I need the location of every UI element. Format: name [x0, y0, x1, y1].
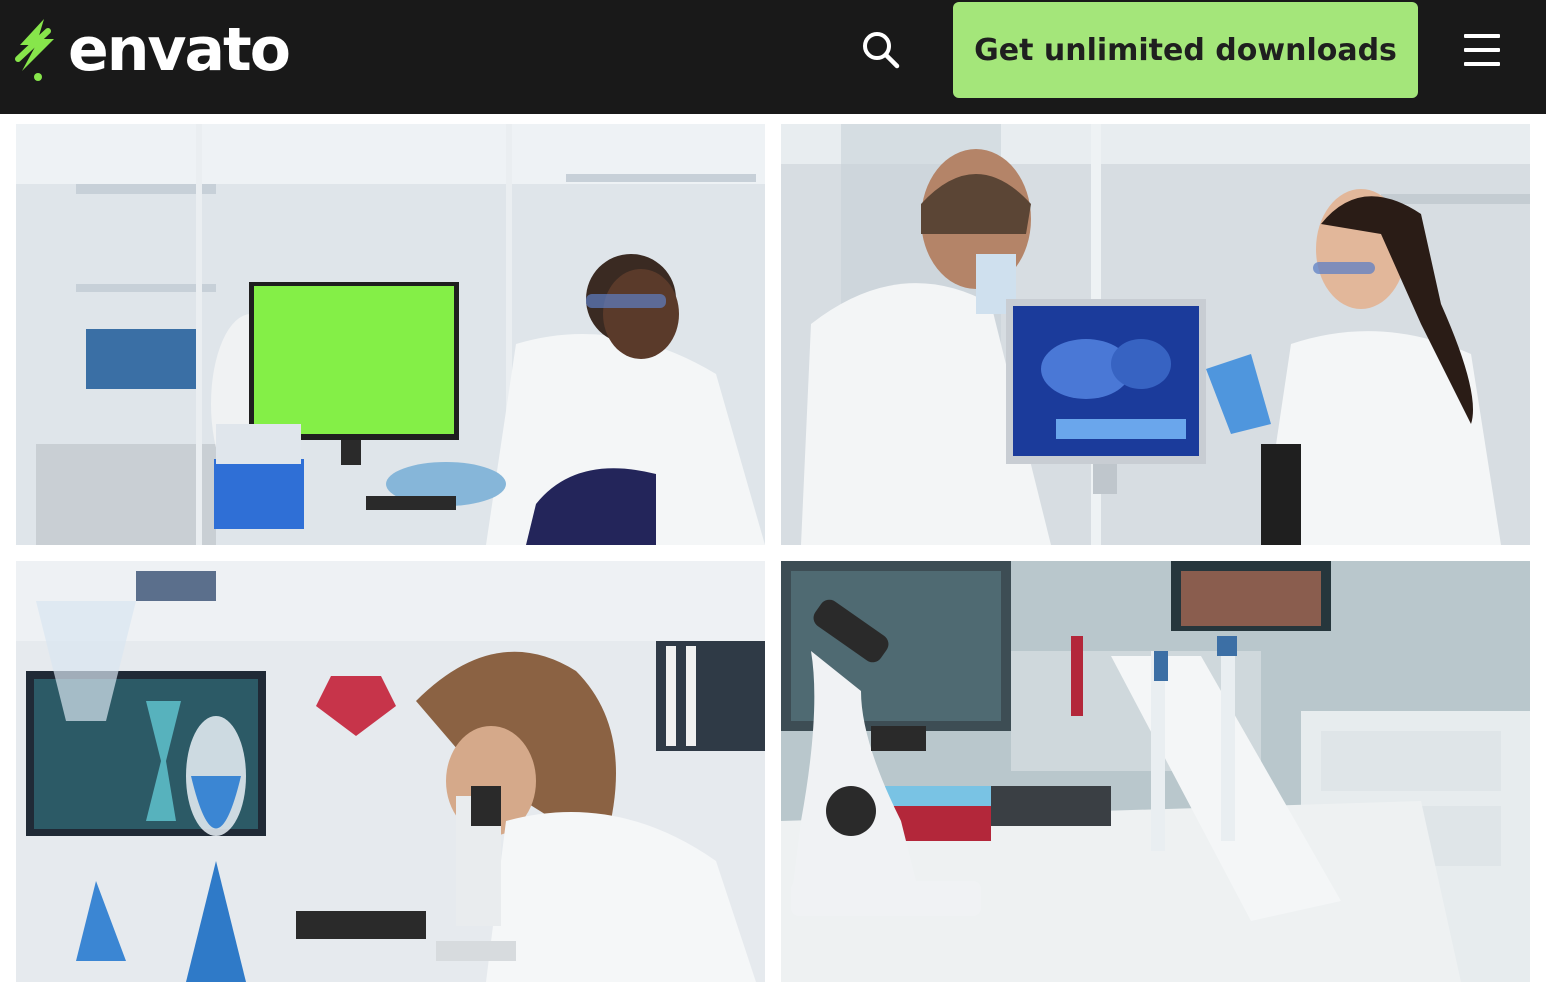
get-unlimited-downloads-button[interactable]: Get unlimited downloads	[953, 2, 1418, 98]
gallery-thumbnail-1[interactable]	[16, 124, 765, 545]
gallery-thumbnail-2[interactable]	[781, 124, 1530, 545]
envato-logo[interactable]: envato	[14, 14, 291, 86]
gallery-thumbnail-4[interactable]	[781, 561, 1530, 982]
two-scientists-analyzing-screen-image	[781, 124, 1530, 545]
scientist-using-microscope-image	[16, 561, 765, 982]
menu-button[interactable]	[1460, 32, 1504, 68]
scientist-with-green-screen-monitor-image	[16, 124, 765, 545]
microscope-and-pipettes-on-desk-image	[781, 561, 1530, 982]
top-nav-bar: envato Get unlimited downloads	[0, 0, 1546, 114]
search-button[interactable]	[856, 28, 906, 72]
logo-wordmark: envato	[68, 15, 291, 85]
envato-leaf-icon	[15, 19, 54, 81]
search-icon	[863, 32, 900, 69]
gallery-thumbnail-3[interactable]	[16, 561, 765, 982]
hamburger-menu-icon	[1464, 34, 1500, 38]
